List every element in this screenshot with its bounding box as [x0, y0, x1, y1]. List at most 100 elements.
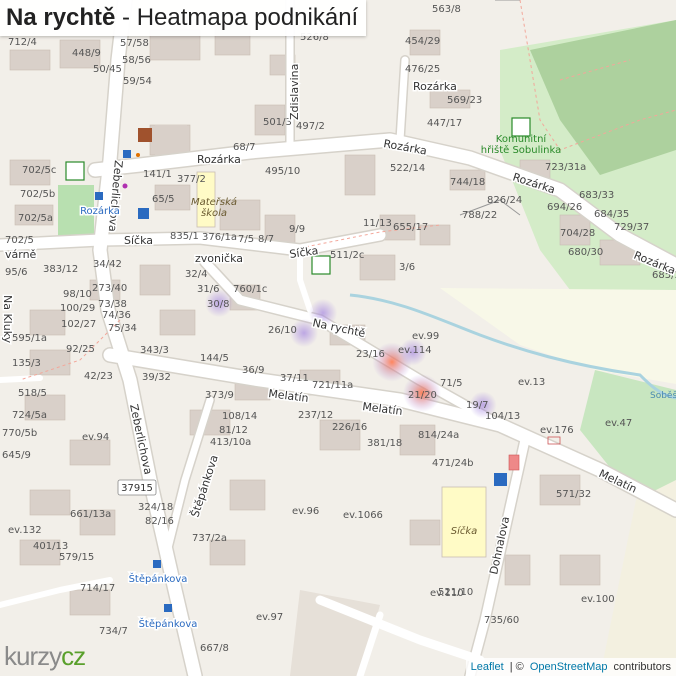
house-number-label: 702/5c — [22, 165, 56, 176]
title-suffix: - Heatmapa podnikání — [115, 4, 359, 31]
bus-stop-label: Štěpánkova — [129, 572, 188, 585]
house-number-label: 9/9 — [289, 224, 305, 235]
house-number-label: 102/27 — [61, 319, 96, 330]
bus-stop-label: Rozárka — [80, 205, 120, 217]
house-number-label: 3/6 — [399, 262, 415, 273]
stream-label: Soběšice — [650, 390, 676, 401]
house-number-label: 495/10 — [265, 166, 300, 177]
house-number-label: 518/5 — [18, 388, 47, 399]
house-number-label: ev.100 — [581, 594, 615, 605]
bus-stop-label: Štěpánkova — [139, 617, 198, 630]
house-number-label: 226/16 — [332, 422, 367, 433]
house-number-label: 744/18 — [450, 177, 485, 188]
kurzy-logo[interactable]: kurzycz — [4, 641, 86, 672]
playground-label: hřiště Sobulinka — [481, 144, 561, 156]
playground-icon — [65, 161, 85, 181]
sicka-school-building — [441, 486, 487, 558]
house-number-label: 39/32 — [142, 372, 171, 383]
osm-link[interactable]: OpenStreetMap — [530, 661, 608, 673]
house-number-label: 760/1c — [233, 284, 267, 295]
house-number-label: 30/8 — [207, 299, 229, 310]
field-area — [440, 288, 676, 384]
house-number-label: 26/10 — [268, 325, 297, 336]
playground-label: Komunitní — [496, 133, 548, 145]
house-number-label: 595/1a — [12, 333, 47, 344]
parking-icon — [494, 473, 507, 486]
place-name: Na rychtě — [6, 4, 116, 31]
house-number-label: 98/10 — [63, 289, 92, 300]
house-number-label: 448/9 — [72, 48, 101, 59]
house-number-label: ev.96 — [292, 506, 319, 517]
house-number-label: 73/38 — [98, 299, 127, 310]
pharmacy-icon — [136, 153, 140, 157]
house-number-label: 401/13 — [33, 541, 68, 552]
bus-stop-icon — [95, 192, 103, 200]
house-number-label: ev.94 — [82, 432, 109, 443]
house-number-label: 23/16 — [356, 349, 385, 360]
house-number-label: 32/4 — [185, 269, 207, 280]
house-number-label: 36/9 — [242, 365, 264, 376]
bus-stop-icon — [153, 560, 161, 568]
house-number-label: 31/6 — [197, 284, 219, 295]
leaflet-link[interactable]: Leaflet — [471, 661, 504, 673]
bus-stop-icon — [164, 604, 172, 612]
house-number-label: 104/13 — [485, 411, 520, 422]
house-number-label: 377/2 — [177, 174, 206, 185]
house-number-label: 694/26 — [547, 202, 582, 213]
house-number-label: 100/29 — [60, 303, 95, 314]
house-number-label: 381/18 — [367, 438, 402, 449]
house-number-label: 521/10 — [438, 587, 473, 598]
logo-suffix: cz — [61, 641, 86, 671]
house-number-label: 476/25 — [405, 64, 440, 75]
house-number-label: 569/23 — [447, 95, 482, 106]
house-number-label: 702/5b — [20, 189, 55, 200]
library-icon — [138, 128, 152, 142]
house-number-label: 684/35 — [594, 209, 629, 220]
house-number-label: 724/5a — [12, 410, 47, 421]
house-number-label: 273/40 — [92, 283, 127, 294]
house-number-label: 95/6 — [5, 267, 27, 278]
house-number-label: ev.97 — [256, 612, 283, 623]
house-number-label: 92/25 — [66, 344, 95, 355]
house-number-label: 661/13a — [70, 509, 111, 520]
house-number-label: 324/18 — [138, 502, 173, 513]
house-number-label: 712/4 — [8, 37, 37, 48]
logo-main: kurzy — [4, 641, 62, 671]
house-number-label: 723/31a — [545, 162, 586, 173]
parking-icon — [138, 208, 149, 219]
house-number-label: 8/7 — [258, 234, 274, 245]
house-number-label: 108/14 — [222, 411, 257, 422]
street-label: Na Kluky — [1, 295, 14, 344]
house-number-label: 19/7 — [466, 400, 488, 411]
road-ref-label: 37915 — [121, 483, 153, 494]
attribution-separator: | © — [506, 661, 527, 673]
house-number-label: 413/10a — [210, 437, 251, 448]
house-number-label: 21/20 — [408, 390, 437, 401]
house-number-label: 579/15 — [59, 552, 94, 563]
house-number-label: 702/5a — [18, 213, 53, 224]
school-label: Síčka — [451, 525, 478, 537]
house-number-label: 71/5 — [440, 378, 462, 389]
house-number-label: 826/24 — [487, 195, 522, 206]
house-number-label: 814/24a — [418, 430, 459, 441]
house-number-label: 454/29 — [405, 36, 440, 47]
house-number-label: 11/13 — [363, 218, 392, 229]
house-number-label: 683/33 — [579, 190, 614, 201]
map-canvas[interactable]: 563/8 712/4 57/58 448/9 526/8 454/29 50/45 58/5… — [0, 0, 676, 676]
house-number-label: 729/37 — [614, 222, 649, 233]
kindergarten-label: Mateřská — [191, 196, 237, 208]
house-number-label: 68/7 — [233, 142, 255, 153]
house-number-label: 37/11 — [280, 373, 309, 384]
house-number-label: 7/5 — [238, 234, 254, 245]
house-number-label: 680/30 — [568, 247, 603, 258]
house-number-label: 497/2 — [296, 121, 325, 132]
house-number-label: 135/3 — [12, 358, 41, 369]
house-number-label: 704/28 — [560, 228, 595, 239]
house-number-label: 65/5 — [152, 194, 174, 205]
street-label: Rozárka — [197, 153, 241, 166]
house-number-label: 237/12 — [298, 410, 333, 421]
house-number-label: 770/5b — [2, 428, 37, 439]
street-label: várně — [5, 248, 37, 261]
house-number-label: 522/14 — [390, 163, 425, 174]
map-tiles: 563/8712/4 57/58448/9526/8 454/2950/4558/5… — [0, 0, 676, 676]
